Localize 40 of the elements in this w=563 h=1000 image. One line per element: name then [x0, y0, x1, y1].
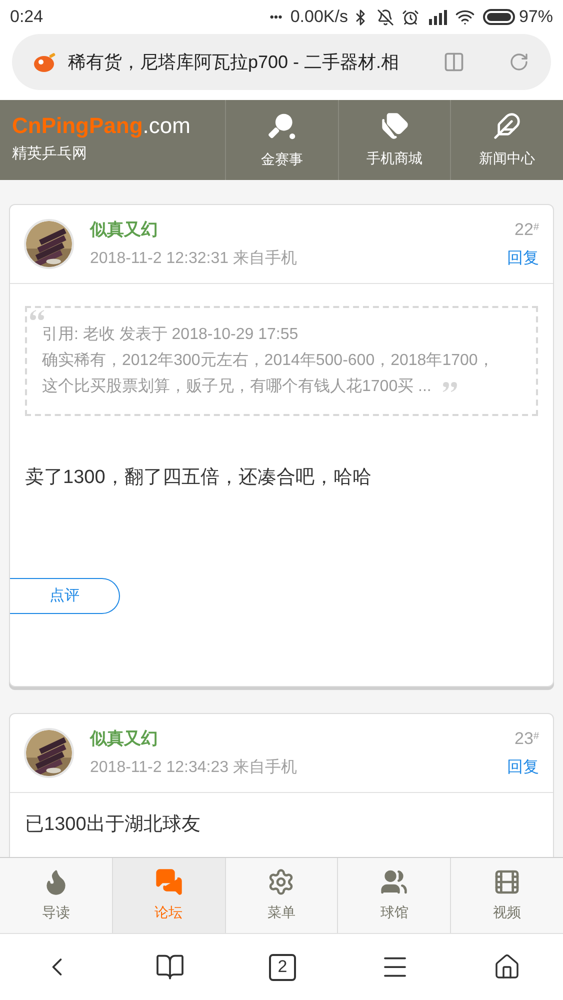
- tag-icon: [380, 112, 408, 140]
- header-nav-item[interactable]: 新闻中心: [451, 100, 563, 180]
- post-text: 卖了1300，翻了四五倍，还凑合吧，哈哈: [24, 466, 372, 490]
- quote-header: 引用: 老收 发表于 2018-10-29 17:55: [42, 324, 300, 344]
- page-title: 稀有货，尼塔库阿瓦拉p700 - 二手器材.相: [68, 50, 400, 74]
- bookmarks-icon[interactable]: [155, 952, 186, 982]
- status-time: 0:24: [10, 6, 44, 28]
- site-logo[interactable]: CnPingPang.com: [12, 114, 213, 137]
- author-name[interactable]: 似真又幻: [90, 217, 491, 242]
- signal-icon: [426, 9, 447, 25]
- reply-link[interactable]: 回复: [507, 756, 539, 780]
- settings-icon: [267, 868, 296, 896]
- site-subtitle: 精英乒乓网: [12, 144, 88, 164]
- film-icon: [493, 868, 522, 896]
- battery-icon: [482, 9, 515, 25]
- quote-text: 这个比买股票划算，贩子兄，有哪个有钱人花1700买 ...: [42, 378, 432, 394]
- people-icon: [380, 868, 408, 896]
- muted-bell-icon: [376, 8, 394, 26]
- quote-close-icon: [442, 382, 458, 392]
- alarm-icon: [402, 8, 419, 26]
- post-text: 已1300出于湖北球友: [24, 812, 202, 836]
- post-timestamp: 2018-11-2 12:34:23 来自手机: [90, 758, 298, 778]
- review-button[interactable]: 点评: [10, 578, 120, 614]
- site-logo-icon: [34, 52, 56, 72]
- quote-open-icon: [29, 310, 45, 320]
- author-name[interactable]: 似真又幻: [90, 726, 491, 752]
- feather-icon: [493, 112, 522, 140]
- tab-bar-item[interactable]: 论坛: [112, 858, 226, 933]
- battery-percent: 97%: [518, 6, 553, 28]
- tab-bar-item[interactable]: 视频: [451, 858, 563, 933]
- post-timestamp: 2018-11-2 12:32:31 来自手机: [90, 248, 298, 268]
- tab-count-button[interactable]: 2: [268, 954, 296, 980]
- floor-number: 23$^{#}$: [514, 728, 539, 750]
- quote-text: 确实稀有，2012年300元左右，2014年500-600，2018年1700，: [42, 352, 494, 368]
- status-dots: •••: [270, 9, 282, 26]
- network-speed: 0.00K/s: [290, 6, 348, 28]
- chat-icon: [154, 868, 183, 896]
- reply-link[interactable]: 回复: [507, 246, 539, 270]
- floor-number: 22$^{#}$: [514, 219, 539, 241]
- home-icon[interactable]: [493, 953, 522, 981]
